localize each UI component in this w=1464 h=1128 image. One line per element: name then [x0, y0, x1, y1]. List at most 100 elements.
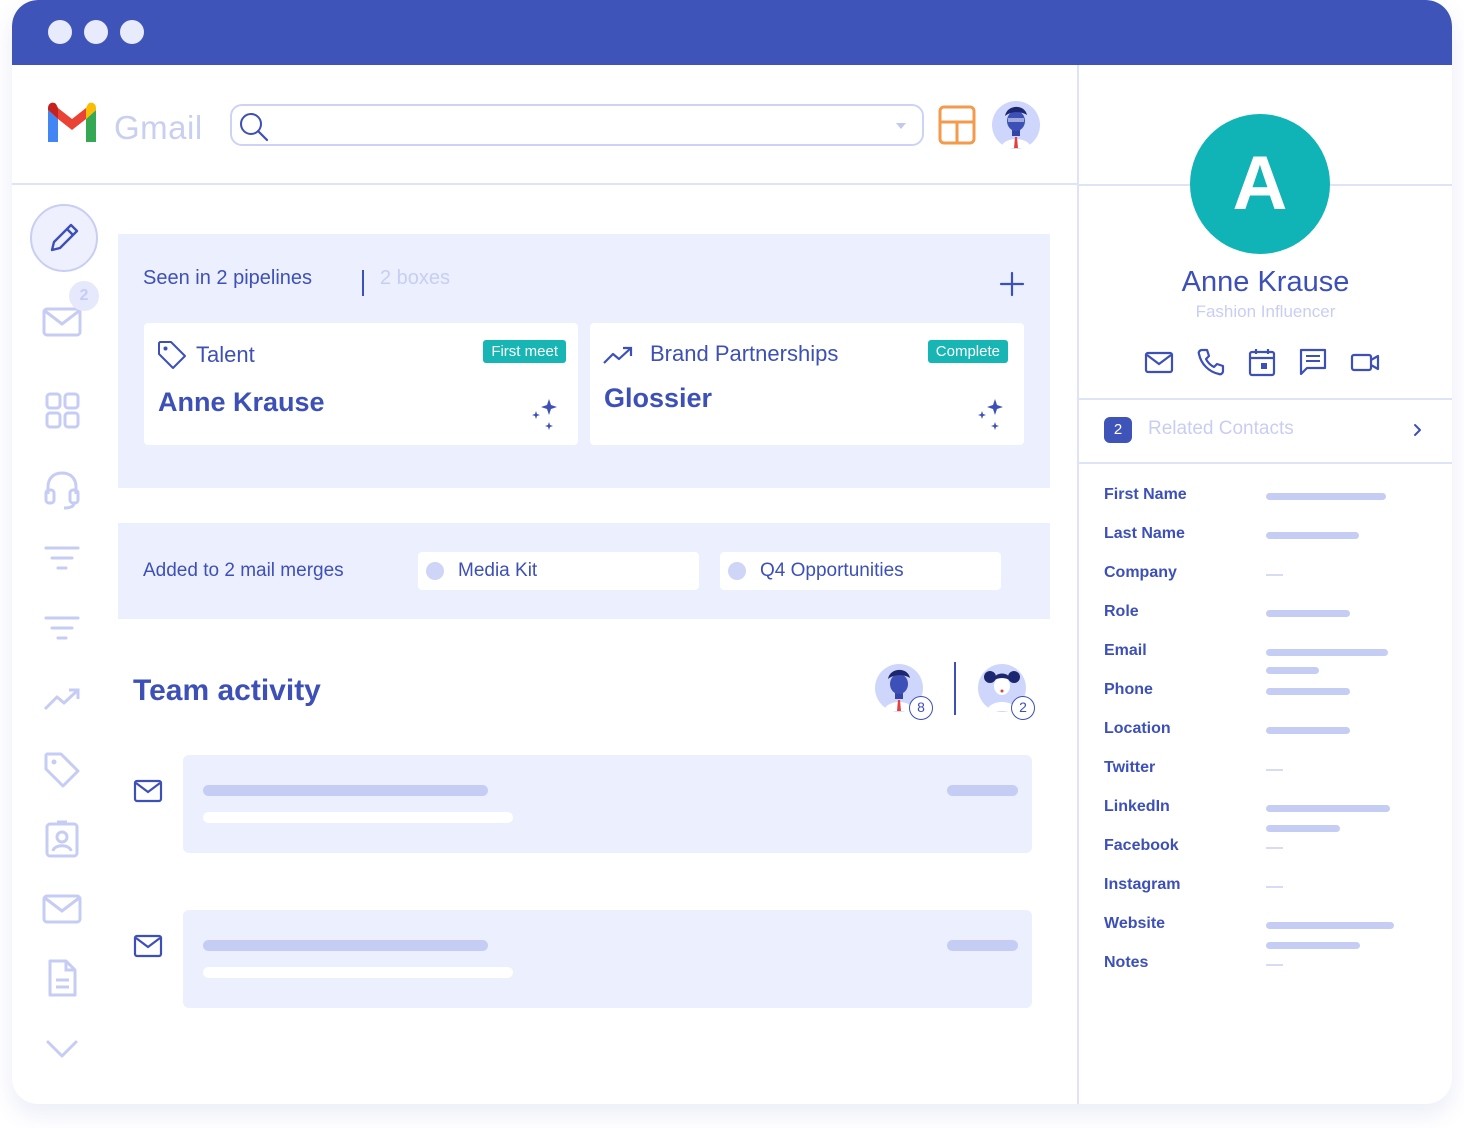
pipeline-name: Brand Partnerships [650, 341, 839, 366]
mail-icon [133, 779, 163, 803]
field-value-placeholder [1266, 493, 1386, 500]
field-linkedin: LinkedIn [1104, 798, 1170, 815]
field-first-name: First Name [1104, 486, 1187, 503]
window-minimize-dot[interactable] [84, 20, 108, 44]
stage-badge: First meet [483, 340, 566, 363]
mail-count-badge: 2 [69, 281, 99, 311]
pipelines-panel: Seen in 2 pipelines 2 boxes Talent First… [118, 234, 1050, 488]
chip-label: Q4 Opportunities [760, 560, 904, 581]
activity-item[interactable] [183, 755, 1032, 853]
chat-icon[interactable] [1297, 346, 1329, 378]
sparkle-icon [532, 399, 557, 430]
mail-icon[interactable] [42, 889, 82, 929]
field-email: Email [1104, 642, 1147, 659]
contact-card-icon[interactable] [42, 819, 82, 859]
field-last-name: Last Name [1104, 525, 1185, 542]
sparkle-icon [978, 399, 1003, 430]
field-value-placeholder [1266, 667, 1319, 674]
document-icon[interactable] [42, 958, 82, 998]
placeholder-line [947, 785, 1018, 796]
related-count-badge: 2 [1104, 417, 1132, 443]
layout-icon[interactable] [938, 105, 976, 145]
field-empty-dash [1266, 886, 1283, 888]
chip-dot [728, 562, 746, 580]
mail-icon [133, 934, 163, 958]
field-empty-dash [1266, 847, 1283, 849]
field-location: Location [1104, 720, 1171, 737]
chevron-right-icon[interactable] [1410, 420, 1426, 440]
divider [362, 270, 364, 296]
video-icon[interactable] [1349, 346, 1381, 378]
field-instagram: Instagram [1104, 876, 1181, 893]
contact-name: Anne Krause [1181, 266, 1350, 298]
boxes-link[interactable]: 2 boxes [380, 267, 450, 290]
window-titlebar [12, 0, 1452, 65]
filter-icon[interactable] [42, 540, 82, 580]
box-title: Anne Krause [158, 387, 325, 417]
placeholder-line [203, 940, 488, 951]
contact-role: Fashion Influencer [1195, 302, 1336, 321]
chip-label: Media Kit [458, 560, 538, 581]
field-empty-dash [1266, 769, 1283, 771]
headset-icon[interactable] [42, 470, 82, 510]
activity-item[interactable] [183, 910, 1032, 1008]
tag-icon [158, 341, 186, 369]
pipeline-card-brand-partnerships[interactable]: Brand Partnerships Complete Glossier [590, 323, 1024, 445]
user-avatar[interactable] [991, 100, 1041, 150]
window-maximize-dot[interactable] [120, 20, 144, 44]
contact-avatar: A [1190, 114, 1330, 254]
tag-icon[interactable] [42, 750, 82, 790]
mail-merge-chip[interactable]: Q4 Opportunities [720, 552, 1001, 590]
activity-count-badge: 8 [909, 696, 933, 720]
mail-icon[interactable] [1143, 346, 1175, 378]
divider [1079, 398, 1452, 400]
divider [1079, 462, 1452, 464]
stage-badge: Complete [927, 340, 1008, 363]
chevron-down-icon[interactable] [42, 1030, 82, 1070]
trend-icon[interactable] [42, 680, 82, 720]
add-pipeline-icon[interactable] [998, 270, 1026, 298]
field-website: Website [1104, 915, 1166, 932]
field-value-placeholder [1266, 942, 1360, 949]
field-value-placeholder [1266, 610, 1350, 617]
field-value-placeholder [1266, 805, 1390, 812]
field-role: Role [1104, 603, 1139, 620]
placeholder-line [203, 812, 513, 823]
field-value-placeholder [1266, 825, 1340, 832]
field-value-placeholder [1266, 922, 1394, 929]
related-contacts-link[interactable]: Related Contacts [1148, 418, 1294, 440]
field-facebook: Facebook [1104, 837, 1179, 854]
search-input[interactable] [230, 104, 924, 146]
field-value-placeholder [1266, 688, 1350, 695]
gmail-wordmark: Gmail [114, 109, 203, 146]
pipelines-title: Seen in 2 pipelines [143, 267, 313, 289]
field-company: Company [1104, 564, 1177, 581]
calendar-icon[interactable] [1246, 346, 1278, 378]
trend-icon [603, 346, 633, 364]
phone-icon[interactable] [1195, 346, 1227, 378]
filter-icon[interactable] [42, 610, 82, 650]
field-phone: Phone [1104, 681, 1153, 698]
search-icon [240, 113, 269, 142]
app-window: Gmail 2 Seen in 2 pipelines 2 boxes Tale… [12, 0, 1452, 1104]
gmail-logo [48, 102, 96, 142]
chevron-down-icon[interactable] [896, 123, 906, 129]
window-close-dot[interactable] [48, 20, 72, 44]
compose-button[interactable] [30, 204, 98, 272]
grid-icon[interactable] [42, 391, 82, 431]
placeholder-line [203, 967, 513, 978]
mail-merges-title: Added to 2 mail merges [143, 560, 344, 581]
field-notes: Notes [1104, 954, 1149, 971]
pencil-icon [50, 223, 79, 252]
field-value-placeholder [1266, 649, 1388, 656]
field-value-placeholder [1266, 532, 1359, 539]
app-header: Gmail [12, 65, 1078, 185]
chip-dot [426, 562, 444, 580]
mail-merge-chip[interactable]: Media Kit [418, 552, 699, 590]
placeholder-line [947, 940, 1018, 951]
divider [954, 662, 956, 715]
pipeline-name: Talent [196, 342, 255, 367]
box-title: Glossier [604, 383, 713, 413]
pipeline-card-talent[interactable]: Talent First meet Anne Krause [144, 323, 578, 445]
field-empty-dash [1266, 964, 1283, 966]
